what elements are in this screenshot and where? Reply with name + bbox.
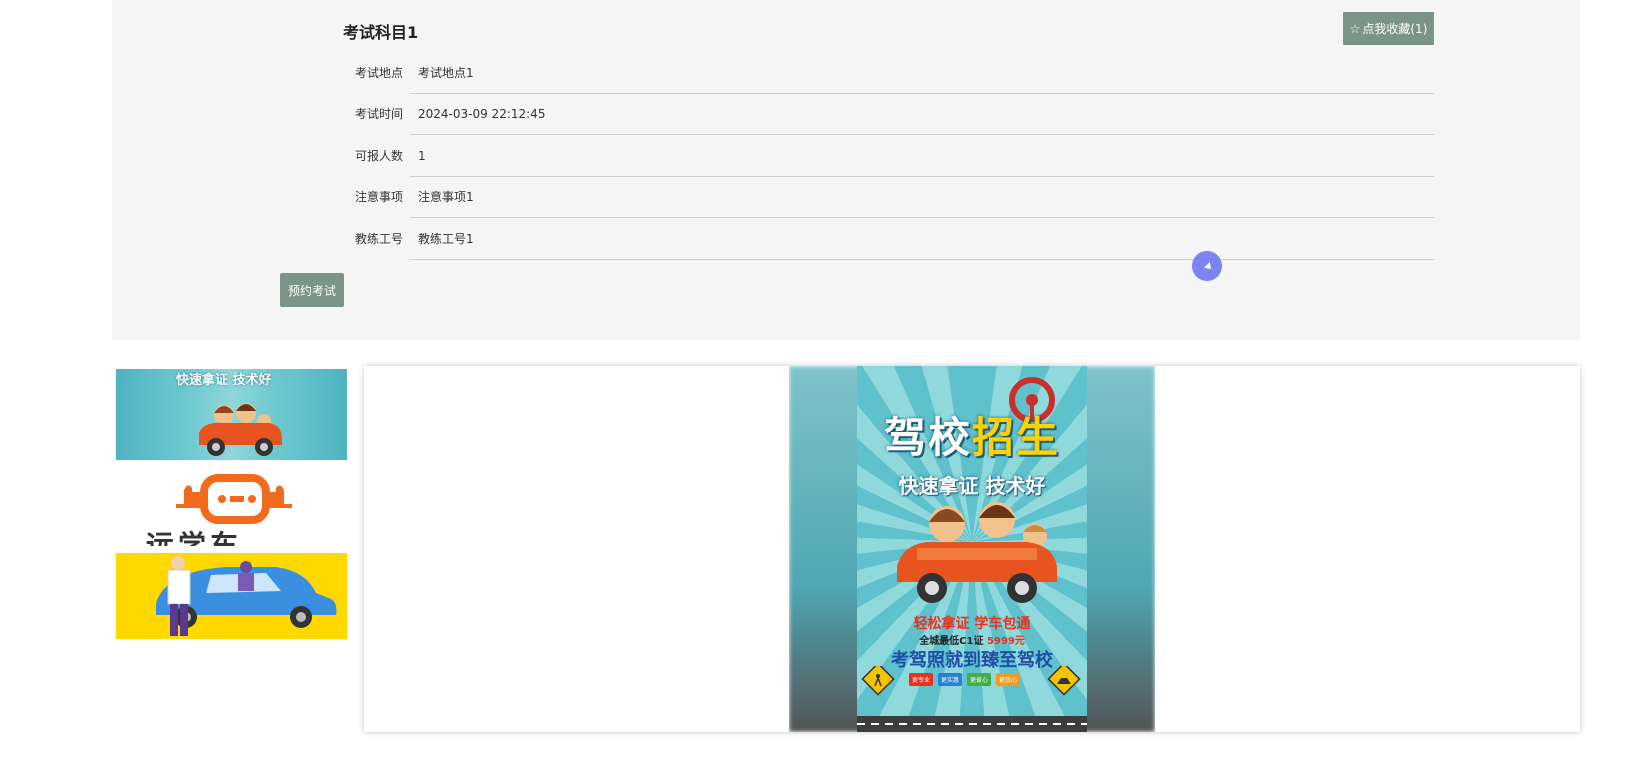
poster-chip: 更放心 — [996, 673, 1021, 686]
driving-school-logo-icon — [176, 474, 292, 524]
field-label: 教练工号 — [354, 232, 403, 246]
poster-headline: 驾校招生 — [867, 404, 1077, 465]
poster-chip: 更省心 — [967, 673, 992, 686]
field-label: 考试地点 — [354, 66, 403, 80]
poster-chip: 更专业 — [909, 673, 934, 686]
poster-headline-main: 驾校 — [883, 413, 972, 462]
gallery-thumbnail-3[interactable] — [116, 553, 347, 639]
poster: 驾校招生 快速拿证 技术好 轻松拿证 学车包通 全城最低C1证 5999元 考驾… — [857, 366, 1087, 732]
taxi-illustration-icon — [156, 556, 337, 636]
poster-chips: 更专业 更实惠 更省心 更放心 — [909, 673, 1021, 686]
thumbnail-caption: 快速拿证 技术好 — [176, 373, 272, 388]
exam-subject-title: 考试科目1 — [343, 23, 419, 42]
poster-image[interactable]: 驾校招生 快速拿证 技术好 轻松拿证 学车包通 全城最低C1证 5999元 考驾… — [789, 366, 1155, 732]
star-outline-icon: ☆ — [1349, 21, 1361, 36]
cartoon-car-icon — [199, 403, 282, 456]
poster-subtitle: 快速拿证 技术好 — [898, 474, 1046, 498]
cartoon-family-car-icon — [897, 502, 1057, 603]
favorite-button[interactable]: ☆ 点我收藏(1) — [1343, 12, 1434, 45]
road-sign-icon — [1047, 666, 1081, 696]
poster-headline-highlight: 招生 — [972, 413, 1061, 462]
mouse-cursor-icon — [1192, 251, 1222, 281]
road-sign-icon — [861, 666, 895, 696]
thumbnail-logo-text: 远学车 — [146, 529, 243, 546]
field-label: 考试时间 — [354, 107, 403, 121]
field-label: 可报人数 — [354, 149, 403, 163]
poster-slogan-2: 全城最低C1证 5999元 — [857, 632, 1087, 647]
field-value: 考试地点1 — [410, 52, 1434, 94]
gallery-thumbnail-1[interactable]: 快速拿证 技术好 — [116, 369, 347, 460]
poster-chip: 更实惠 — [938, 673, 963, 686]
field-value: 教练工号1 — [410, 218, 1434, 260]
field-label: 注意事项 — [354, 190, 403, 204]
field-value: 2024-03-09 22:12:45 — [410, 93, 1434, 135]
favorite-button-label: 点我收藏(1) — [1362, 22, 1428, 36]
field-value: 1 — [410, 135, 1434, 177]
poster-slogan-1: 轻松拿证 学车包通 — [913, 616, 1031, 632]
gallery-thumbnail-2[interactable]: 远学车 — [116, 462, 347, 546]
field-value: 注意事项1 — [410, 176, 1434, 218]
poster-road — [857, 716, 1087, 732]
book-exam-button[interactable]: 预约考试 — [280, 273, 344, 307]
